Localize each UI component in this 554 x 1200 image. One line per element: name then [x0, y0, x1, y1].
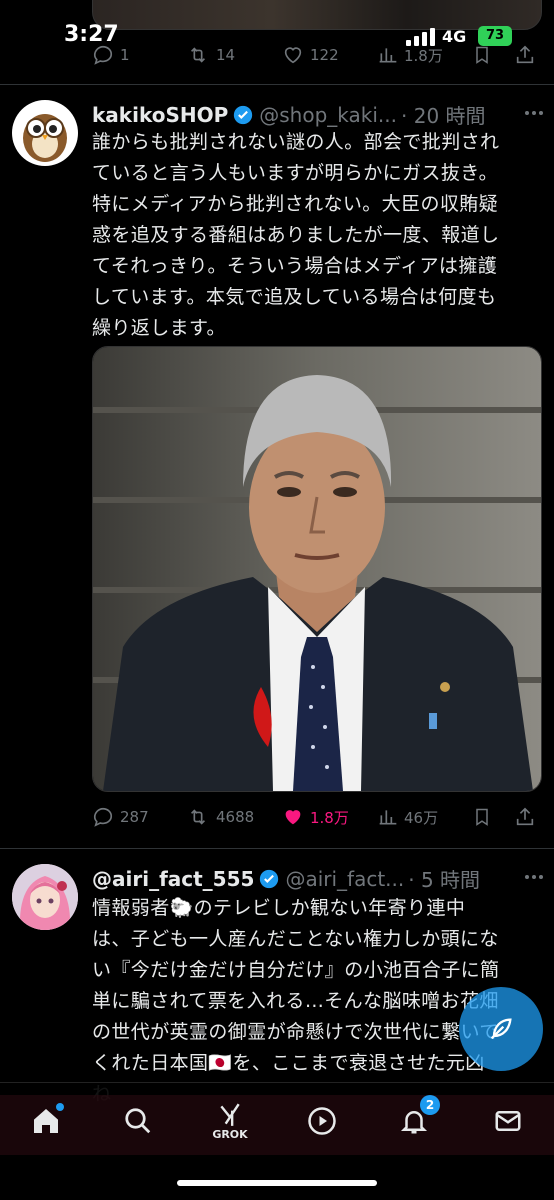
share-icon[interactable]	[514, 44, 536, 66]
prev-tweet-actions: 1 14 122 1.8万	[0, 38, 554, 72]
owl-avatar-icon	[23, 114, 67, 162]
nav-video[interactable]	[302, 1101, 342, 1141]
bookmark-icon[interactable]	[472, 806, 492, 828]
like-button[interactable]: 122	[282, 44, 339, 66]
heart-filled-icon	[285, 810, 301, 825]
bookmark-icon[interactable]	[472, 44, 492, 66]
notification-badge: 2	[420, 1095, 440, 1115]
tweet-header: kakikoSHOP @shop_kaki... · 20 時間	[92, 100, 486, 129]
more-options-icon[interactable]	[524, 110, 544, 116]
nav-messages[interactable]	[488, 1101, 528, 1141]
reply-button[interactable]: 1	[92, 44, 130, 66]
tweet-text: 誰からも批判されない謎の人。部会で批判され ていると言う人もいますが明らかにガス…	[92, 131, 500, 339]
reply-icon	[93, 45, 113, 65]
previous-tweet-media[interactable]	[92, 0, 542, 30]
search-icon	[125, 1108, 151, 1134]
feather-icon	[490, 1018, 512, 1040]
author-handle[interactable]: @airi_fact...	[285, 867, 404, 891]
nav-search[interactable]	[118, 1101, 158, 1141]
home-dot	[56, 1103, 64, 1111]
views-button[interactable]: 1.8万	[378, 45, 443, 66]
retweet-icon	[190, 47, 206, 63]
avatar[interactable]	[12, 864, 78, 930]
photo-portrait	[93, 347, 541, 791]
tweet-header: @airi_fact_555 @airi_fact... · 5 時間	[92, 864, 480, 893]
share-icon[interactable]	[514, 806, 536, 828]
mail-icon	[495, 1111, 521, 1131]
tweet-actions: 287 4688 1.8万 46万	[0, 800, 554, 834]
author-name[interactable]: kakikoSHOP	[92, 103, 228, 127]
avatar[interactable]	[12, 100, 78, 166]
compose-button[interactable]	[459, 987, 543, 1071]
reply-icon	[93, 807, 113, 827]
grok-icon	[220, 1103, 240, 1126]
play-icon	[308, 1107, 336, 1135]
views-icon	[379, 810, 397, 825]
verified-badge-icon	[260, 869, 279, 888]
like-button[interactable]: 1.8万	[282, 806, 349, 828]
divider	[0, 84, 554, 85]
nav-notifications[interactable]: 2	[394, 1095, 440, 1141]
nav-grok[interactable]: GROK	[210, 1101, 250, 1141]
nav-home[interactable]	[26, 1101, 66, 1141]
retweet-icon	[190, 809, 206, 825]
tweet-photo[interactable]	[92, 346, 542, 792]
verified-badge-icon	[234, 105, 253, 124]
reply-button[interactable]: 287	[92, 806, 149, 828]
views-icon	[379, 48, 397, 63]
retweet-button[interactable]: 14	[186, 44, 235, 66]
heart-icon	[284, 47, 302, 64]
views-button[interactable]: 46万	[378, 807, 438, 828]
anime-avatar-icon	[12, 864, 78, 930]
author-handle[interactable]: @shop_kaki...	[259, 103, 397, 127]
divider	[0, 848, 554, 849]
tweet-time: · 20 時間	[401, 104, 486, 128]
tweet-time: · 5 時間	[408, 868, 481, 892]
next-tweet-media-peek	[0, 1095, 554, 1155]
author-name[interactable]: @airi_fact_555	[92, 867, 254, 891]
more-options-icon[interactable]	[524, 874, 544, 880]
home-indicator	[177, 1180, 377, 1186]
retweet-button[interactable]: 4688	[186, 806, 254, 828]
